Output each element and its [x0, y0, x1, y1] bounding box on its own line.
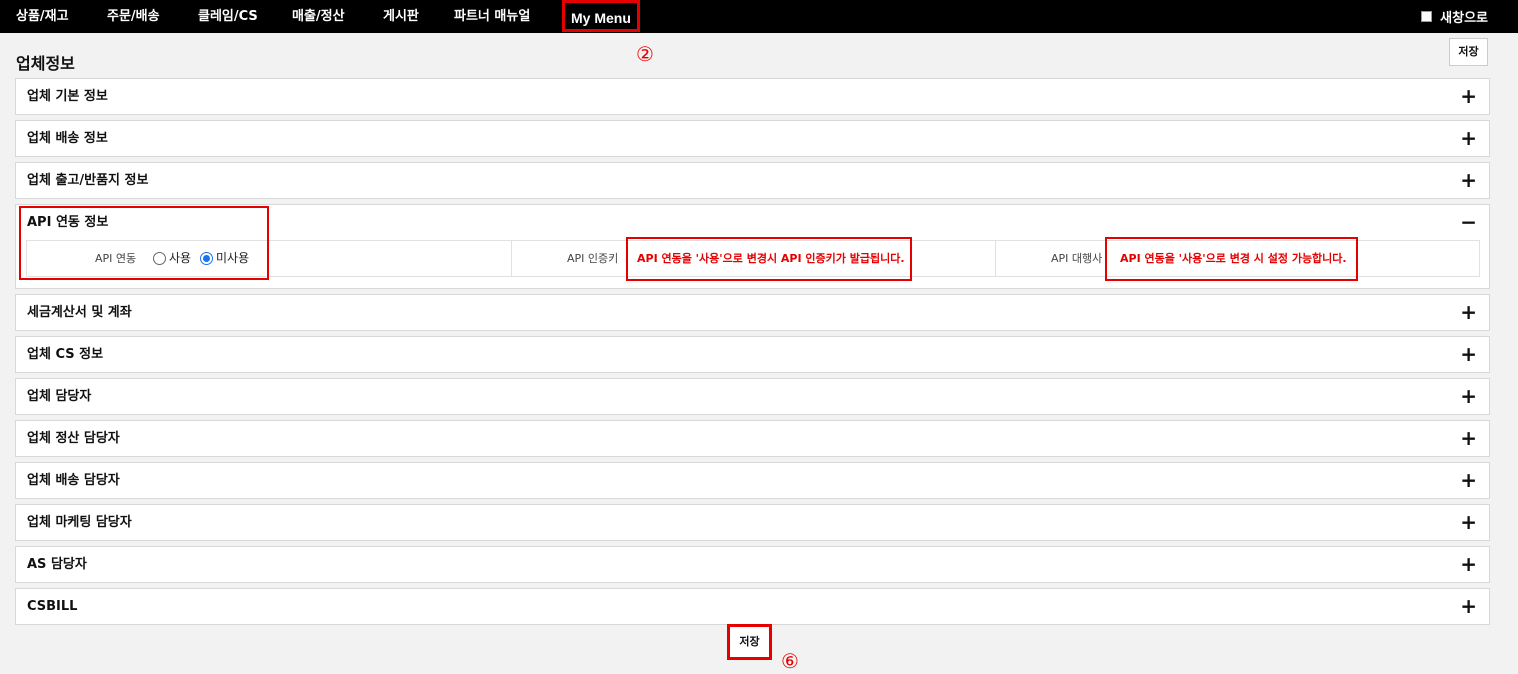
- section-label: AS 담당자: [27, 557, 87, 572]
- expand-icon[interactable]: +: [1460, 121, 1477, 156]
- annotation-marker-6: ⑥: [781, 649, 799, 673]
- section-settlement-manager[interactable]: 업체 정산 담당자 +: [15, 420, 1490, 457]
- section-label: 업체 배송 담당자: [27, 473, 120, 488]
- nav-item-board[interactable]: 게시판: [383, 0, 419, 33]
- section-label: 업체 배송 정보: [27, 131, 108, 146]
- annotation-marker-2: ②: [636, 42, 654, 66]
- expand-icon[interactable]: +: [1460, 379, 1477, 414]
- section-label: 업체 출고/반품지 정보: [27, 173, 149, 188]
- expand-icon[interactable]: +: [1460, 463, 1477, 498]
- highlight-api-key: [626, 237, 912, 281]
- section-label: 업체 CS 정보: [27, 347, 104, 362]
- section-shipping-info[interactable]: 업체 배송 정보 +: [15, 120, 1490, 157]
- expand-icon[interactable]: +: [1460, 337, 1477, 372]
- api-agency-label: API 대행사: [1051, 252, 1103, 265]
- nav-item-partner-manual[interactable]: 파트너 매뉴얼: [454, 0, 530, 33]
- section-label: 업체 담당자: [27, 389, 92, 404]
- expand-icon[interactable]: +: [1460, 547, 1477, 582]
- section-label: 세금계산서 및 계좌: [27, 305, 132, 320]
- section-manager[interactable]: 업체 담당자 +: [15, 378, 1490, 415]
- section-as-manager[interactable]: AS 담당자 +: [15, 546, 1490, 583]
- expand-icon[interactable]: +: [1460, 163, 1477, 198]
- expand-icon[interactable]: +: [1460, 295, 1477, 330]
- save-button-bottom[interactable]: 저장: [727, 624, 772, 660]
- new-window-checkbox[interactable]: [1421, 11, 1433, 22]
- expand-icon[interactable]: +: [1460, 589, 1477, 624]
- section-basic-info[interactable]: 업체 기본 정보 +: [15, 78, 1490, 115]
- highlight-api-link: [19, 206, 269, 280]
- highlight-api-agency: [1105, 237, 1358, 281]
- collapse-icon[interactable]: −: [1460, 205, 1477, 240]
- section-label: 업체 마케팅 담당자: [27, 515, 132, 530]
- expand-icon[interactable]: +: [1460, 505, 1477, 540]
- new-window-label: 새창으로: [1440, 11, 1488, 26]
- new-window-toggle[interactable]: 새창으로: [1421, 0, 1488, 33]
- top-nav: 상품/재고 주문/배송 클레임/CS 매출/정산 게시판 파트너 매뉴얼 My …: [0, 0, 1518, 33]
- expand-icon[interactable]: +: [1460, 421, 1477, 456]
- section-label: 업체 정산 담당자: [27, 431, 120, 446]
- nav-item-products[interactable]: 상품/재고: [16, 0, 69, 33]
- section-cs-info[interactable]: 업체 CS 정보 +: [15, 336, 1490, 373]
- section-label: CSBILL: [27, 599, 78, 614]
- section-label: 업체 기본 정보: [27, 89, 108, 104]
- nav-item-claims[interactable]: 클레임/CS: [198, 0, 258, 33]
- page-title: 업체정보: [16, 54, 75, 73]
- section-tax-invoice[interactable]: 세금계산서 및 계좌 +: [15, 294, 1490, 331]
- section-csbill[interactable]: CSBILL +: [15, 588, 1490, 625]
- section-return-address[interactable]: 업체 출고/반품지 정보 +: [15, 162, 1490, 199]
- expand-icon[interactable]: +: [1460, 79, 1477, 114]
- nav-item-my-menu[interactable]: My Menu: [562, 0, 640, 32]
- nav-item-orders[interactable]: 주문/배송: [107, 0, 160, 33]
- nav-item-sales[interactable]: 매출/정산: [292, 0, 345, 33]
- section-shipping-manager[interactable]: 업체 배송 담당자 +: [15, 462, 1490, 499]
- save-button-top[interactable]: 저장: [1449, 38, 1488, 66]
- section-marketing-manager[interactable]: 업체 마케팅 담당자 +: [15, 504, 1490, 541]
- api-key-label: API 인증키: [567, 252, 619, 265]
